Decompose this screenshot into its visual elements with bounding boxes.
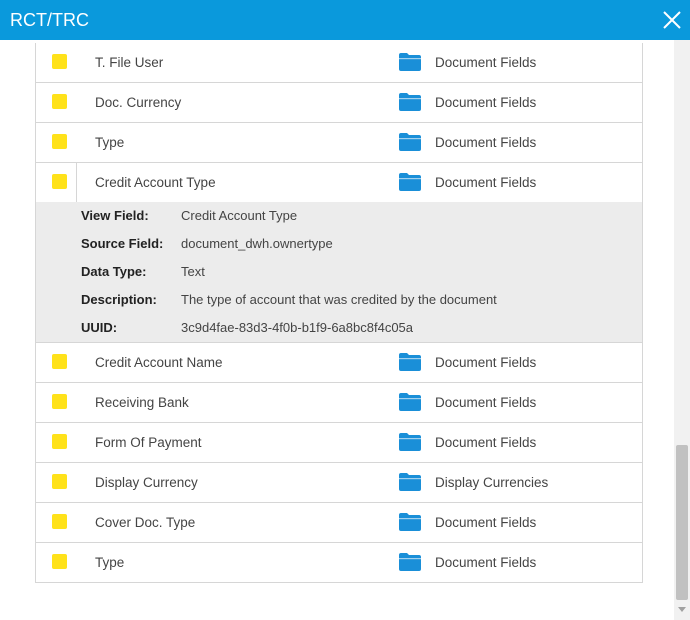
field-name: Display Currency <box>95 475 198 490</box>
field-list-panel: T. File User Document Fields Doc. Curren… <box>0 40 674 620</box>
field-category: Document Fields <box>435 175 537 190</box>
close-icon[interactable] <box>660 8 684 32</box>
folder-icon <box>399 553 421 571</box>
field-name: Form Of Payment <box>95 435 202 450</box>
color-swatch[interactable] <box>52 134 67 149</box>
field-details-panel: View Field: Credit Account Type Source F… <box>36 202 642 343</box>
close-button[interactable] <box>660 8 684 32</box>
field-category: Document Fields <box>435 135 537 150</box>
field-name: Credit Account Type <box>95 175 216 190</box>
folder-icon <box>399 53 421 71</box>
field-category: Document Fields <box>435 95 537 110</box>
folder-icon <box>399 393 421 411</box>
folder-icon <box>399 513 421 531</box>
detail-value: Credit Account Type <box>181 208 298 223</box>
folder-icon <box>399 473 421 491</box>
list-item[interactable]: T. File User Document Fields <box>36 43 642 83</box>
list-item[interactable]: Cover Doc. Type Document Fields <box>36 503 642 543</box>
title-bar: RCT/TRC <box>0 0 690 40</box>
field-name: T. File User <box>95 55 164 70</box>
list-item[interactable]: Type Document Fields <box>36 123 642 163</box>
folder-icon <box>399 433 421 451</box>
color-swatch[interactable] <box>52 514 67 529</box>
color-swatch[interactable] <box>52 94 67 109</box>
detail-value: document_dwh.ownertype <box>181 236 333 251</box>
detail-value: The type of account that was credited by… <box>181 292 497 307</box>
detail-label: Data Type: <box>81 264 147 279</box>
field-name: Doc. Currency <box>95 95 182 110</box>
folder-icon <box>399 353 421 371</box>
field-category: Display Currencies <box>435 475 549 490</box>
field-name: Type <box>95 135 125 150</box>
field-name: Credit Account Name <box>95 355 223 370</box>
color-swatch[interactable] <box>52 554 67 569</box>
list-item[interactable]: Doc. Currency Document Fields <box>36 83 642 123</box>
color-swatch[interactable] <box>52 54 67 69</box>
field-category: Document Fields <box>435 395 537 410</box>
color-swatch[interactable] <box>52 174 67 189</box>
detail-label: View Field: <box>81 208 149 223</box>
list-item[interactable]: Display Currency Display Currencies <box>36 463 642 503</box>
detail-label: Source Field: <box>81 236 164 251</box>
field-category: Document Fields <box>435 515 537 530</box>
detail-label: Description: <box>81 292 157 307</box>
list-item[interactable]: Credit Account Name Document Fields <box>36 343 642 383</box>
folder-icon <box>399 133 421 151</box>
color-swatch[interactable] <box>52 394 67 409</box>
detail-label: UUID: <box>81 320 118 335</box>
scroll-down-arrow-icon[interactable] <box>678 607 686 612</box>
folder-icon <box>399 173 421 191</box>
field-category: Document Fields <box>435 55 537 70</box>
field-name: Receiving Bank <box>95 395 189 410</box>
detail-value: 3c9d4fae-83d3-4f0b-b1f9-6a8bc8f4c05a <box>181 320 414 335</box>
field-category: Document Fields <box>435 555 537 570</box>
color-swatch[interactable] <box>52 434 67 449</box>
detail-value: Text <box>181 264 205 279</box>
vertical-scrollbar[interactable] <box>674 40 690 620</box>
list-item[interactable]: Receiving Bank Document Fields <box>36 383 642 423</box>
scrollbar-thumb[interactable] <box>676 445 688 600</box>
field-category: Document Fields <box>435 435 537 450</box>
color-swatch[interactable] <box>52 354 67 369</box>
window-title: RCT/TRC <box>10 10 89 30</box>
color-swatch[interactable] <box>52 474 67 489</box>
list-item[interactable]: Type Document Fields <box>36 543 642 582</box>
folder-icon <box>399 93 421 111</box>
field-category: Document Fields <box>435 355 537 370</box>
field-name: Cover Doc. Type <box>95 515 196 530</box>
field-name: Type <box>95 555 125 570</box>
field-list: T. File User Document Fields Doc. Curren… <box>35 43 643 583</box>
list-item-expanded[interactable]: Credit Account Type Document Fields <box>36 163 642 203</box>
list-item[interactable]: Form Of Payment Document Fields <box>36 423 642 463</box>
